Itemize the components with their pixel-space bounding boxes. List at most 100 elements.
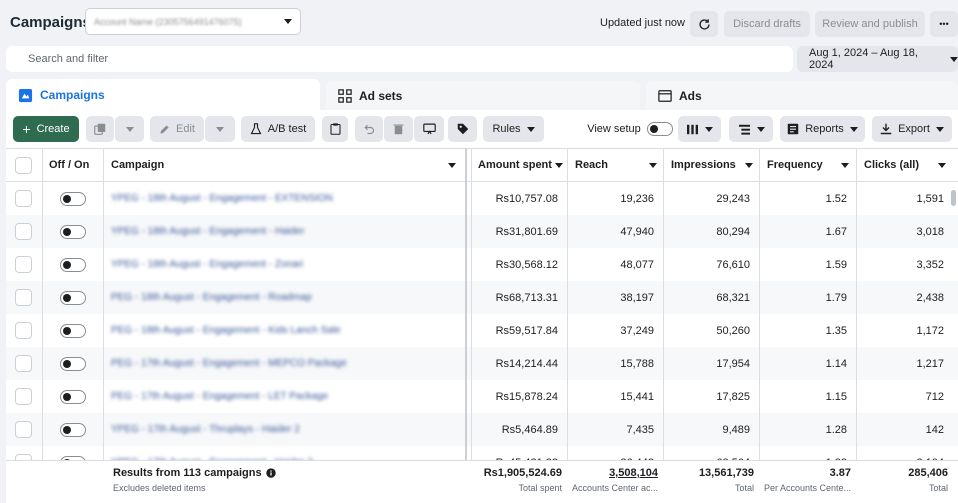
table-row[interactable]: YPEG - 17th August - Engagement - Haider… [6,446,958,460]
table-row[interactable]: YPEG - 18th August - Engagement - EXTENS… [6,182,958,215]
edit-button[interactable]: Edit [150,116,204,142]
row-toggle-cell[interactable] [60,314,86,347]
campaign-on-off-toggle[interactable] [60,257,86,272]
tab-ad-sets[interactable]: Ad sets [326,81,640,111]
table-row[interactable]: PEG - 18th August - Engagement - Kids La… [6,314,958,347]
table-row[interactable]: YPEG - 17th August - Thruplays - Haider … [6,413,958,446]
column-header-reach[interactable]: Reach [575,149,661,181]
rules-button[interactable]: Rules [483,116,544,142]
campaign-name-cell[interactable]: YPEG - 18th August - Engagement - Haider [111,215,461,248]
table-row[interactable]: YPEG - 18th August - Engagement - Zonari… [6,248,958,281]
campaign-name-cell[interactable]: YPEG - 17th August - Thruplays - Haider … [111,413,461,446]
search-bar[interactable] [6,46,793,72]
row-checkbox-cell[interactable] [15,446,32,460]
tag-button[interactable] [448,116,477,142]
campaign-on-off-toggle[interactable] [60,290,86,305]
column-header-frequency[interactable]: Frequency [767,149,853,181]
chevron-down-icon[interactable] [841,162,849,168]
vertical-scrollbar[interactable] [951,190,956,206]
row-toggle-cell[interactable] [60,446,86,460]
clipboard-button[interactable] [322,116,348,142]
columns-button[interactable] [678,116,721,142]
campaign-on-off-toggle[interactable] [60,356,86,371]
duplicate-dropdown[interactable] [115,116,144,142]
table-row[interactable]: YPEG - 18th August - Engagement - Haider… [6,215,958,248]
row-checkbox-cell[interactable] [15,281,32,314]
edit-dropdown[interactable] [205,116,235,142]
row-checkbox[interactable] [15,322,32,339]
duplicate-button[interactable] [86,116,114,142]
row-checkbox[interactable] [15,190,32,207]
preview-button[interactable] [414,116,444,142]
search-input[interactable] [6,46,793,72]
reach-total[interactable]: 3,508,104 [568,467,658,479]
column-header-campaign[interactable]: Campaign [111,149,461,181]
campaign-name-cell[interactable]: YPEG - 18th August - Engagement - Zonari [111,248,461,281]
row-toggle-cell[interactable] [60,281,86,314]
campaign-name-cell[interactable]: PEG - 18th August - Engagement - Roadmap [111,281,461,314]
campaign-name-link[interactable]: PEG - 17th August - Engagement - MEPCO P… [111,358,347,369]
row-toggle-cell[interactable] [60,380,86,413]
review-publish-button[interactable]: Review and publish [815,11,925,37]
column-header-impressions[interactable]: Impressions [671,149,757,181]
row-checkbox[interactable] [15,355,32,372]
campaign-name-cell[interactable]: PEG - 17th August - Engagement - LET Pac… [111,380,461,413]
row-checkbox-cell[interactable] [15,380,32,413]
campaign-on-off-toggle[interactable] [60,191,86,206]
row-checkbox-cell[interactable] [15,314,32,347]
column-header-offon[interactable]: Off / On [49,149,89,181]
table-row[interactable]: PEG - 17th August - Engagement - LET Pac… [6,380,958,413]
campaign-name-link[interactable]: YPEG - 18th August - Engagement - Zonari [111,259,303,270]
date-range-picker[interactable]: Aug 1, 2024 – Aug 18, 2024 [797,46,958,72]
campaign-name-cell[interactable]: YPEG - 18th August - Engagement - EXTENS… [111,182,461,215]
tab-campaigns[interactable]: Campaigns [6,79,320,111]
ab-test-button[interactable]: A/B test [241,116,315,142]
row-checkbox-cell[interactable] [15,347,32,380]
column-header-clicks[interactable]: Clicks (all) [864,149,950,181]
campaign-on-off-toggle[interactable] [60,323,86,338]
view-setup-toggle[interactable] [646,122,673,136]
row-checkbox[interactable] [15,256,32,273]
row-checkbox[interactable] [15,223,32,240]
info-icon[interactable] [265,468,276,478]
create-button[interactable]: + Create [13,116,79,142]
row-checkbox-cell[interactable] [15,182,32,215]
row-toggle-cell[interactable] [60,347,86,380]
row-toggle-cell[interactable] [60,413,86,446]
row-checkbox-cell[interactable] [15,248,32,281]
column-header-amount-spent[interactable]: Amount spent [478,149,567,181]
campaign-name-link[interactable]: YPEG - 17th August - Thruplays - Haider … [111,424,300,435]
campaign-name-link[interactable]: YPEG - 18th August - Engagement - Haider [111,226,304,237]
view-setup[interactable]: View setup [585,116,675,142]
select-all-checkbox[interactable] [15,157,32,174]
row-toggle-cell[interactable] [60,248,86,281]
row-checkbox-cell[interactable] [15,215,32,248]
chevron-down-icon[interactable] [938,162,946,168]
reports-button[interactable]: Reports [780,116,865,142]
chevron-down-icon[interactable] [649,162,657,168]
table-row[interactable]: PEG - 17th August - Engagement - MEPCO P… [6,347,958,380]
campaign-name-cell[interactable]: YPEG - 17th August - Engagement - Haider… [111,446,461,460]
campaign-on-off-toggle[interactable] [60,224,86,239]
campaign-name-cell[interactable]: PEG - 17th August - Engagement - MEPCO P… [111,347,461,380]
chevron-down-icon[interactable] [555,162,563,168]
row-checkbox[interactable] [15,388,32,405]
more-options-button[interactable]: ••• [930,11,958,37]
campaign-name-cell[interactable]: PEG - 18th August - Engagement - Kids La… [111,314,461,347]
tab-ads[interactable]: Ads [646,81,958,111]
campaign-on-off-toggle[interactable] [60,389,86,404]
row-toggle-cell[interactable] [60,182,86,215]
chevron-down-icon[interactable] [448,162,456,168]
campaign-on-off-toggle[interactable] [60,422,86,437]
row-checkbox[interactable] [15,421,32,438]
campaign-name-link[interactable]: PEG - 18th August - Engagement - Roadmap [111,292,312,303]
campaign-name-link[interactable]: PEG - 17th August - Engagement - LET Pac… [111,391,328,402]
campaign-name-link[interactable]: YPEG - 18th August - Engagement - EXTENS… [111,193,333,204]
undo-button[interactable] [355,116,383,142]
row-checkbox-cell[interactable] [15,413,32,446]
account-selector[interactable]: Account Name (2305756491476075) [85,8,301,35]
discard-drafts-button[interactable]: Discard drafts [724,11,810,37]
select-all-checkbox-cell[interactable] [15,149,32,182]
row-toggle-cell[interactable] [60,215,86,248]
export-button[interactable]: Export [872,116,952,142]
